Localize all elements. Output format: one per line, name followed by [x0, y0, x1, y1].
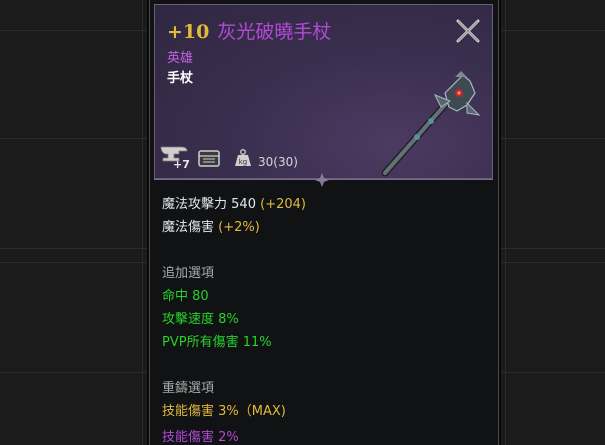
magic-attack-label: 魔法攻擊力: [162, 197, 228, 212]
item-grade: 英雄: [167, 51, 194, 66]
grid-line: [505, 0, 506, 445]
close-icon[interactable]: [454, 17, 482, 45]
additional-option-line: 攻擊速度 8%: [162, 312, 239, 327]
chest-icon: [198, 150, 220, 167]
magic-attack-value: 540: [231, 197, 256, 212]
grid-line: [142, 0, 143, 445]
item-title: +10 灰光破曉手杖: [167, 17, 331, 44]
enhance-count: +7: [173, 158, 190, 171]
recast-option-line: 技能傷害 3%（MAX): [162, 404, 286, 419]
additional-option-line: 命中 80: [162, 289, 209, 304]
additional-option-line: PVP所有傷害 11%: [162, 335, 272, 350]
recast-option-line: 技能傷害 2%: [162, 430, 239, 445]
svg-text:kg: kg: [239, 158, 248, 166]
enhance-info: +7: [159, 143, 193, 171]
item-name: 灰光破曉手杖: [217, 21, 332, 43]
magic-damage-line: 魔法傷害 (+2%): [162, 216, 260, 235]
magic-attack-line: 魔法攻擊力 540 (+204): [162, 193, 306, 212]
weight-value: 30(30): [258, 155, 298, 169]
magic-damage-label: 魔法傷害: [162, 220, 215, 235]
item-tooltip: +10 灰光破曉手杖 英雄 手杖 +7 kg 30(30) 魔法攻擊力 540 …: [149, 0, 499, 445]
magic-damage-bonus: (+2%): [218, 220, 260, 235]
magic-attack-bonus: (+204): [260, 197, 306, 212]
staff-icon: [381, 71, 481, 177]
item-type: 手杖: [167, 71, 194, 86]
weight-icon: kg: [235, 149, 251, 166]
divider-ornament-icon: [315, 173, 329, 187]
enhance-level: +10: [167, 21, 210, 43]
recast-options-header: 重鑄選項: [162, 381, 215, 396]
additional-options-header: 追加選項: [162, 266, 215, 281]
tooltip-header: +10 灰光破曉手杖 英雄 手杖 +7 kg 30(30): [154, 4, 493, 179]
